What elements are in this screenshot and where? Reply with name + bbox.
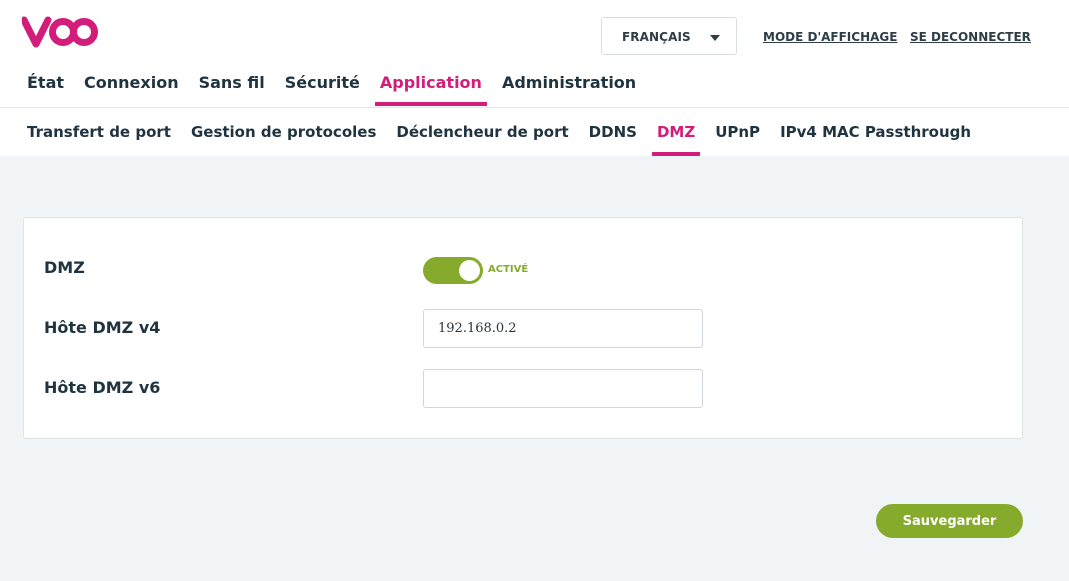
sub-nav-declencheur-de-port[interactable]: Déclencheur de port (396, 121, 568, 156)
main-nav-sans-fil[interactable]: Sans fil (199, 72, 265, 106)
sub-nav-dmz[interactable]: DMZ (651, 121, 701, 156)
sub-nav-ddns[interactable]: DDNS (589, 121, 637, 156)
display-mode-link[interactable]: MODE D'AFFICHAGE (763, 30, 897, 44)
main-nav-application[interactable]: Application (374, 72, 488, 106)
dmz-label: DMZ (44, 258, 85, 277)
main-nav: État Connexion Sans fil Sécurité Applica… (27, 72, 656, 108)
host-v6-label: Hôte DMZ v6 (44, 378, 161, 397)
language-selected: FRANÇAIS (622, 30, 691, 44)
main-nav-etat[interactable]: État (27, 72, 64, 106)
sub-nav-ipv4-mac-passthrough[interactable]: IPv4 MAC Passthrough (780, 121, 971, 156)
header-bar: FRANÇAIS MODE D'AFFICHAGE SE DECONNECTER… (0, 0, 1069, 156)
chevron-down-icon (710, 35, 720, 41)
host-v4-label: Hôte DMZ v4 (44, 318, 161, 337)
main-nav-securite[interactable]: Sécurité (285, 72, 360, 106)
dmz-toggle-state: ACTIVÉ (488, 264, 529, 275)
save-button[interactable]: Sauvegarder (876, 504, 1023, 538)
toggle-knob (459, 260, 480, 281)
logout-link[interactable]: SE DECONNECTER (910, 30, 1031, 44)
dmz-settings-card: DMZ ACTIVÉ Hôte DMZ v4 Hôte DMZ v6 (23, 217, 1023, 439)
sub-nav-upnp[interactable]: UPnP (715, 121, 760, 156)
sub-nav-transfert-de-port[interactable]: Transfert de port (27, 121, 171, 156)
main-nav-connexion[interactable]: Connexion (84, 72, 179, 106)
nav-divider (0, 107, 1069, 108)
dmz-toggle[interactable] (423, 257, 483, 284)
host-v4-input[interactable] (423, 309, 703, 348)
sub-nav: Transfert de port Gestion de protocoles … (27, 121, 991, 156)
voo-logo[interactable] (22, 16, 98, 48)
host-v6-input[interactable] (423, 369, 703, 408)
sub-nav-gestion-de-protocoles[interactable]: Gestion de protocoles (191, 121, 376, 156)
main-nav-administration[interactable]: Administration (502, 72, 636, 106)
language-select[interactable]: FRANÇAIS (601, 17, 737, 55)
